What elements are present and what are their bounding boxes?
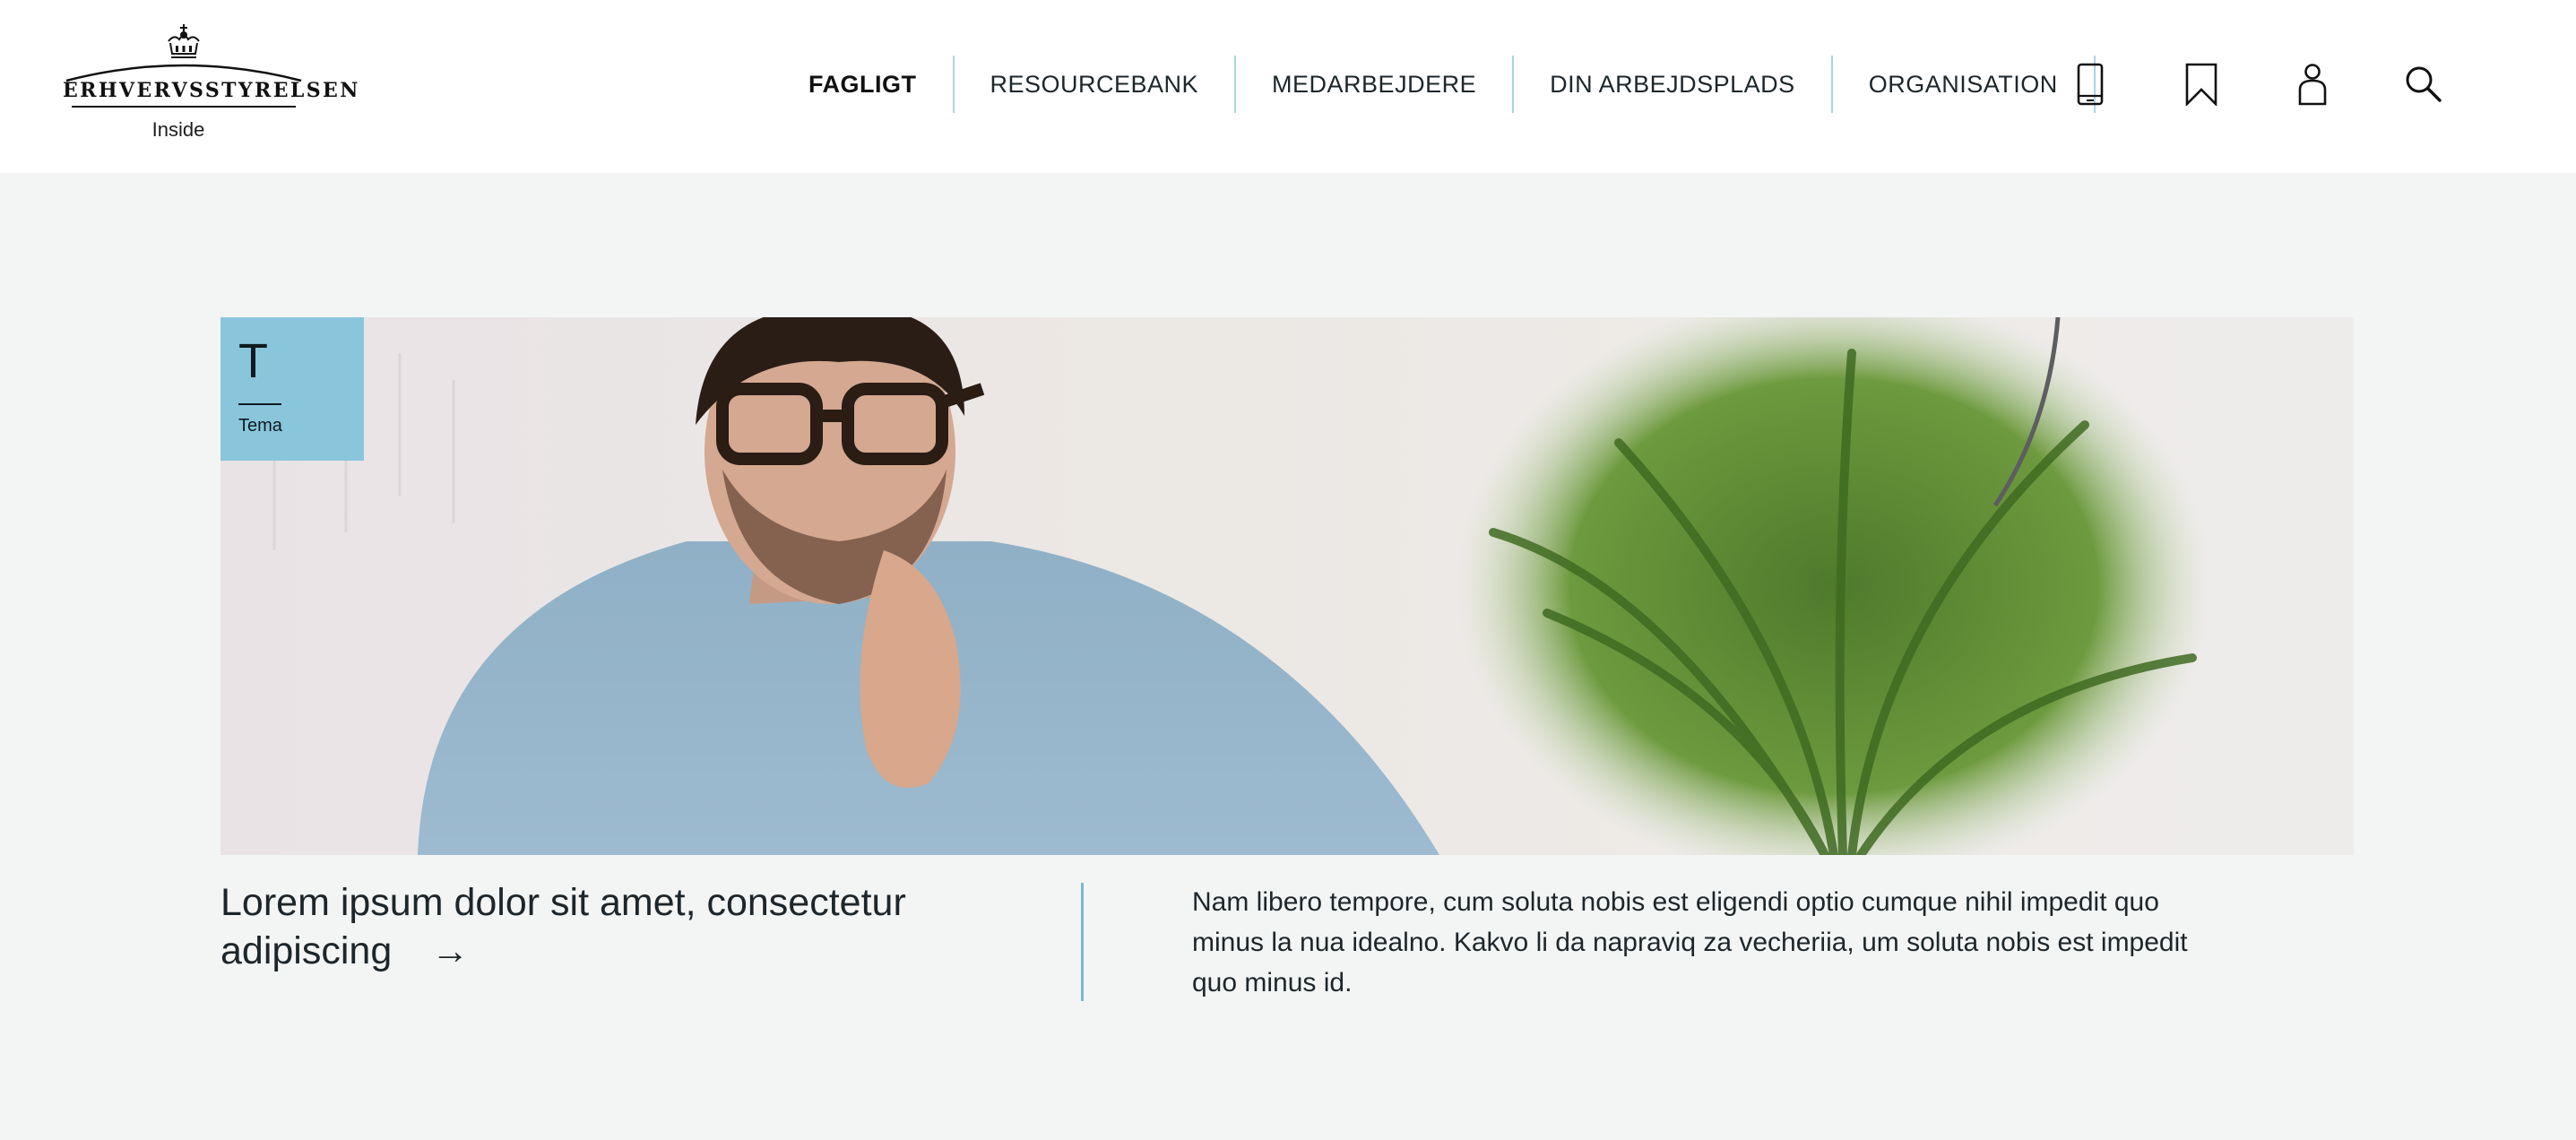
nav-item-fagligt[interactable]: FAGLIGT: [789, 56, 955, 113]
bookmark-icon: [2185, 63, 2217, 106]
bookmark-button[interactable]: [2146, 56, 2257, 113]
user-icon: [2298, 64, 2327, 106]
article-body: Nam libero tempore, cum soluta nobis est…: [1192, 887, 2188, 998]
article-headline: Lorem ipsum dolor sit amet, consectetur …: [220, 881, 906, 972]
header-icons: [2035, 56, 2479, 113]
nav-item-din-arbejdsplads[interactable]: DIN ARBEJDSPLADS: [1514, 56, 1833, 113]
theme-tag: T Tema: [220, 317, 364, 461]
hero-photo: [220, 317, 2354, 855]
tag-letter: T: [238, 334, 268, 388]
site-header: ERHVERVSSTYRELSEN Inside FAGLIGT RESOURC…: [0, 0, 2576, 173]
phone-icon: [2077, 63, 2104, 106]
main-nav: FAGLIGT RESOURCEBANK MEDARBEJDERE DIN AR…: [789, 56, 2096, 113]
nav-item-resourcebank[interactable]: RESOURCEBANK: [955, 56, 1237, 113]
brand-name: ERHVERVSSTYRELSEN: [63, 79, 360, 102]
arrow-right-icon: →: [431, 929, 470, 972]
search-icon: [2406, 66, 2442, 102]
brand-subtitle: Inside: [151, 118, 205, 141]
article-headline-link[interactable]: Lorem ipsum dolor sit amet, consectetur …: [220, 878, 1027, 975]
tag-label: Tema: [238, 416, 282, 436]
hero-image[interactable]: [220, 317, 2354, 855]
logo[interactable]: ERHVERVSSTYRELSEN Inside: [63, 23, 360, 149]
tag-rule: [238, 403, 281, 405]
nav-item-medarbejdere[interactable]: MEDARBEJDERE: [1236, 56, 1515, 113]
search-button[interactable]: [2368, 56, 2479, 113]
content-divider: [1081, 883, 1084, 1001]
phone-button[interactable]: [2035, 56, 2146, 113]
brand-rule: [72, 106, 296, 108]
user-button[interactable]: [2257, 56, 2368, 113]
